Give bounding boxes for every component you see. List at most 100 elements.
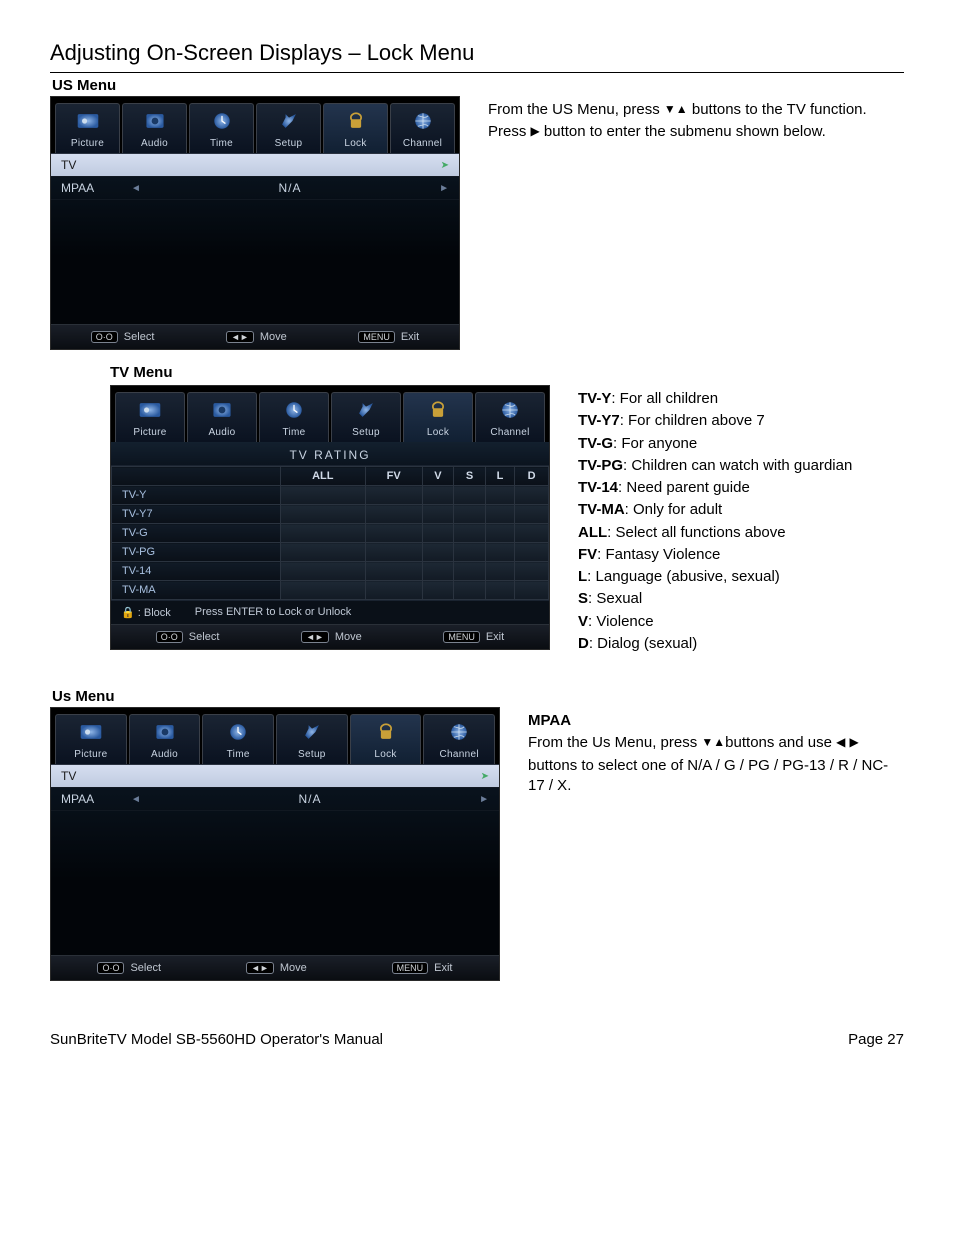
- tab-label: Channel: [424, 749, 494, 760]
- rating-cell[interactable]: [454, 581, 486, 600]
- right-triangle-icon: ▶: [850, 734, 859, 750]
- rating-cell[interactable]: [422, 581, 454, 600]
- tab-audio[interactable]: Audio: [187, 392, 257, 442]
- osd-footer: O·OSelect ◄►Move MENUExit: [51, 324, 459, 349]
- foot-select: Select: [130, 962, 161, 974]
- rating-col-l: L: [485, 467, 514, 486]
- tab-label: Lock: [404, 427, 472, 438]
- tab-lock[interactable]: Lock: [403, 392, 473, 442]
- rating-cell[interactable]: [280, 581, 365, 600]
- rating-cell[interactable]: [515, 486, 549, 505]
- picture-icon: [56, 104, 119, 138]
- rating-cell[interactable]: [454, 543, 486, 562]
- rating-cell[interactable]: [515, 562, 549, 581]
- foot-exit: Exit: [401, 331, 419, 343]
- menu-row-tv[interactable]: TV ➤: [51, 765, 499, 788]
- rating-cell[interactable]: [280, 505, 365, 524]
- rating-cell[interactable]: [485, 543, 514, 562]
- rating-cell[interactable]: [485, 581, 514, 600]
- setup-icon: [332, 393, 400, 427]
- ok-chip: O·O: [97, 962, 124, 974]
- up-triangle-icon: ▲: [713, 734, 725, 750]
- right-arrow-icon: ►: [479, 794, 489, 805]
- rating-cell[interactable]: [365, 524, 422, 543]
- rating-legend: 🔒 : Block Press ENTER to Lock or Unlock: [111, 600, 549, 624]
- row-key: MPAA: [61, 792, 131, 806]
- rating-cell[interactable]: [365, 486, 422, 505]
- tab-time[interactable]: Time: [259, 392, 329, 442]
- left-triangle-icon: ◀: [836, 734, 845, 750]
- tab-picture[interactable]: Picture: [115, 392, 185, 442]
- rating-cell[interactable]: [422, 562, 454, 581]
- rating-cell[interactable]: [454, 524, 486, 543]
- ok-chip: O·O: [91, 331, 118, 343]
- rating-cell[interactable]: [422, 505, 454, 524]
- rating-cell[interactable]: [422, 543, 454, 562]
- menu-row-mpaa[interactable]: MPAA◄N/A►: [51, 177, 459, 200]
- menu-chip: MENU: [443, 631, 480, 643]
- osd-footer: O·OSelect ◄►Move MENUExit: [111, 624, 549, 649]
- rating-cell[interactable]: [485, 524, 514, 543]
- tab-audio[interactable]: Audio: [122, 103, 187, 153]
- lock-icon: [404, 393, 472, 427]
- rating-cell[interactable]: [454, 486, 486, 505]
- tab-picture[interactable]: Picture: [55, 714, 127, 764]
- rating-cell[interactable]: [365, 562, 422, 581]
- rating-cell[interactable]: [454, 562, 486, 581]
- rating-cell[interactable]: [485, 562, 514, 581]
- us-menu-instructions: From the US Menu, press ▼▲ buttons to th…: [488, 96, 904, 145]
- tab-time[interactable]: Time: [189, 103, 254, 153]
- osd-us-menu-2: PictureAudioTimeSetupLockChannel TV ➤ MPAA…: [50, 707, 500, 981]
- tab-channel[interactable]: Channel: [390, 103, 455, 153]
- rating-cell[interactable]: [515, 524, 549, 543]
- channel-icon: [476, 393, 544, 427]
- def-tv-y7: TV-Y7: For children above 7: [578, 411, 904, 431]
- label-us-menu-2: Us Menu: [52, 688, 904, 705]
- rating-cell[interactable]: [280, 543, 365, 562]
- tab-lock[interactable]: Lock: [323, 103, 388, 153]
- foot-move: Move: [335, 631, 362, 643]
- tab-setup[interactable]: Setup: [331, 392, 401, 442]
- tab-label: Picture: [56, 138, 119, 149]
- rating-col-fv: FV: [365, 467, 422, 486]
- tab-label: Channel: [391, 138, 454, 149]
- rating-cell[interactable]: [515, 543, 549, 562]
- rating-cell[interactable]: [422, 524, 454, 543]
- osd-footer: O·OSelect ◄►Move MENUExit: [51, 955, 499, 980]
- tab-audio[interactable]: Audio: [129, 714, 201, 764]
- tab-time[interactable]: Time: [202, 714, 274, 764]
- rating-cell[interactable]: [280, 524, 365, 543]
- menu-row-mpaa[interactable]: MPAA◄N/A►: [51, 788, 499, 811]
- move-chip: ◄►: [226, 331, 254, 343]
- foot-select: Select: [124, 331, 155, 343]
- tab-picture[interactable]: Picture: [55, 103, 120, 153]
- down-triangle-icon: ▼: [664, 101, 676, 117]
- enter-arrow-icon: ➤: [441, 160, 449, 171]
- rating-cell[interactable]: [422, 486, 454, 505]
- rating-cell[interactable]: [365, 581, 422, 600]
- rating-cell[interactable]: [280, 562, 365, 581]
- rating-cell[interactable]: [454, 505, 486, 524]
- rating-cell[interactable]: [485, 505, 514, 524]
- rating-cell[interactable]: [515, 581, 549, 600]
- tab-channel[interactable]: Channel: [475, 392, 545, 442]
- rating-cell[interactable]: [365, 505, 422, 524]
- def-v: V: Violence: [578, 612, 904, 632]
- tab-setup[interactable]: Setup: [256, 103, 321, 153]
- enter-arrow-icon: ➤: [481, 771, 489, 782]
- rating-cell[interactable]: [515, 505, 549, 524]
- rating-cell[interactable]: [365, 543, 422, 562]
- audio-icon: [123, 104, 186, 138]
- menu-row-tv[interactable]: TV➤: [51, 154, 459, 177]
- up-triangle-icon: ▲: [676, 101, 688, 117]
- tab-setup[interactable]: Setup: [276, 714, 348, 764]
- rating-cell[interactable]: [485, 486, 514, 505]
- rating-row-tv-14: TV-14: [112, 562, 281, 581]
- row-key: TV: [61, 769, 131, 783]
- tab-lock[interactable]: Lock: [350, 714, 422, 764]
- picture-icon: [116, 393, 184, 427]
- rating-cell[interactable]: [280, 486, 365, 505]
- picture-icon: [56, 715, 126, 749]
- tab-channel[interactable]: Channel: [423, 714, 495, 764]
- rating-col-d: D: [515, 467, 549, 486]
